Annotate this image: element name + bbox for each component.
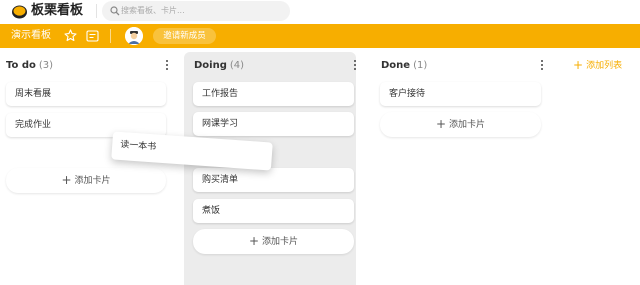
top-header: 板栗看板 搜索看板、卡片... [0,0,640,24]
avatar-icon [125,27,143,45]
search-icon [110,6,120,16]
plus-icon: + [61,173,72,187]
column-header: Doing (4) [194,59,244,73]
add-list-label: 添加列表 [586,61,623,71]
card[interactable]: 工作报告 [193,82,354,106]
member-avatar[interactable] [125,27,143,45]
chestnut-logo-icon [12,5,27,19]
plus-icon: + [573,58,584,72]
card[interactable]: 购买清单 [193,168,354,192]
column-title[interactable]: Doing [194,60,227,71]
add-list-button[interactable]: + 添加列表 [573,58,622,73]
card[interactable]: 煮饭 [193,199,354,223]
star-icon[interactable] [64,29,77,42]
plus-icon: + [435,117,447,131]
card[interactable]: 网课学习 [193,112,354,136]
board-description-icon[interactable] [86,30,99,42]
column-header: Done (1) [381,59,427,73]
plus-icon: + [248,234,260,248]
card[interactable]: 周末看展 [6,82,166,106]
board-title[interactable]: 演示看板 [11,29,51,43]
add-card-label: 添加卡片 [449,120,486,130]
add-card-label: 添加卡片 [74,176,111,186]
app-name: 板栗看板 [31,3,84,18]
column-title[interactable]: To do [6,60,36,71]
add-card-button[interactable]: + 添加卡片 [380,112,541,137]
column-title[interactable]: Done [381,60,410,71]
add-card-button[interactable]: + 添加卡片 [193,229,354,254]
add-card-button[interactable]: + 添加卡片 [6,168,166,193]
card-count: (3) [38,60,54,71]
search-input[interactable]: 搜索看板、卡片... [121,4,185,18]
search-box[interactable]: 搜索看板、卡片... [102,1,290,21]
invite-member-button[interactable]: 邀请新成员 [153,28,216,44]
card-count: (4) [229,60,245,71]
divider [110,29,111,43]
more-options-icon[interactable] [353,60,357,72]
more-options-icon[interactable] [165,60,169,72]
more-options-icon[interactable] [540,60,544,72]
column-header: To do (3) [6,59,53,73]
divider [96,4,97,18]
card[interactable]: 客户接待 [380,82,541,106]
card-count: (1) [413,60,428,71]
board-toolbar: 演示看板 邀请新成员 [0,24,640,48]
add-card-label: 添加卡片 [262,237,299,247]
